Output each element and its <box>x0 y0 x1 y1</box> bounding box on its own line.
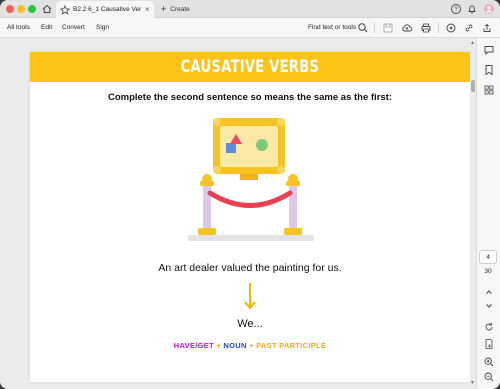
organize-pages-icon[interactable] <box>483 84 495 96</box>
causative-formula: HAVE/GET + NOUN + PAST PARTICIPLE <box>30 341 470 350</box>
toolbar-divider <box>438 23 439 33</box>
current-page-input[interactable]: 4 <box>479 250 497 264</box>
museum-painting-illustration <box>188 118 314 241</box>
formula-plus: + <box>213 341 224 350</box>
document-tab[interactable]: B2.2 6_1 Causative Ver... × <box>56 1 154 18</box>
menu-convert[interactable]: Convert <box>62 24 85 31</box>
create-label: Create <box>170 5 190 13</box>
formula-noun: NOUN <box>223 341 247 350</box>
document-viewport[interactable]: CAUSATIVE VERBS Complete the second sent… <box>0 38 476 389</box>
pdf-page: CAUSATIVE VERBS Complete the second sent… <box>30 52 470 382</box>
formula-plus: + <box>246 341 257 350</box>
comment-icon[interactable] <box>483 44 495 56</box>
link-icon[interactable] <box>463 22 475 34</box>
title-banner: CAUSATIVE VERBS <box>30 52 470 82</box>
plus-icon: + <box>161 3 167 14</box>
formula-have-get: HAVE/GET <box>173 341 214 350</box>
star-icon[interactable] <box>60 4 70 15</box>
right-tool-rail <box>476 38 500 389</box>
down-arrow-icon <box>244 283 256 310</box>
close-window-button[interactable] <box>6 5 14 13</box>
total-pages: 30 <box>484 268 492 275</box>
menu-edit[interactable]: Edit <box>41 24 52 31</box>
scroll-up-arrow[interactable]: ▲ <box>470 40 475 46</box>
bookmark-icon[interactable] <box>483 64 495 76</box>
ai-assistant-icon[interactable] <box>445 22 457 34</box>
chevron-up-icon[interactable] <box>483 286 495 298</box>
zoom-in-icon[interactable] <box>483 356 495 368</box>
tab-close-icon[interactable]: × <box>145 5 150 14</box>
minimize-window-button[interactable] <box>17 5 25 13</box>
banner-title: CAUSATIVE VERBS <box>180 57 320 77</box>
formula-past-participle: PAST PARTICIPLE <box>256 341 327 350</box>
notification-bell-icon[interactable] <box>466 3 478 15</box>
zoom-out-icon[interactable] <box>483 371 495 383</box>
toolbar: All tools Edit Convert Sign Find text or… <box>0 18 500 38</box>
scroll-thumb[interactable] <box>471 80 475 92</box>
scroll-down-arrow[interactable]: ▼ <box>470 380 475 386</box>
cloud-upload-icon[interactable] <box>401 22 413 34</box>
find-text-button[interactable]: Find text or tools <box>308 24 356 31</box>
print-icon[interactable] <box>420 22 432 34</box>
menu-all-tools[interactable]: All tools <box>7 24 30 31</box>
answer-start: We... <box>237 318 263 330</box>
chevron-down-icon[interactable] <box>483 300 495 312</box>
page-extract-icon[interactable] <box>483 338 495 350</box>
refresh-icon[interactable] <box>483 321 495 333</box>
create-tab-button[interactable]: + Create <box>161 3 190 15</box>
app-window: B2.2 6_1 Causative Ver... × + Create ? A… <box>0 0 500 389</box>
maximize-window-button[interactable] <box>28 5 36 13</box>
toolbar-divider <box>374 23 375 33</box>
source-sentence: An art dealer valued the painting for us… <box>158 262 342 274</box>
title-bar: B2.2 6_1 Causative Ver... × + Create ? <box>0 0 500 18</box>
search-icon[interactable] <box>357 22 369 34</box>
instruction-text: Complete the second sentence so means th… <box>107 92 393 103</box>
user-avatar[interactable] <box>483 3 495 15</box>
menu-sign[interactable]: Sign <box>96 24 109 31</box>
save-icon[interactable] <box>382 22 394 34</box>
share-icon[interactable] <box>481 22 493 34</box>
help-icon[interactable]: ? <box>450 3 462 15</box>
home-icon[interactable] <box>41 3 53 15</box>
svg-text:?: ? <box>454 7 458 13</box>
tab-title: B2.2 6_1 Causative Ver... <box>73 6 141 13</box>
